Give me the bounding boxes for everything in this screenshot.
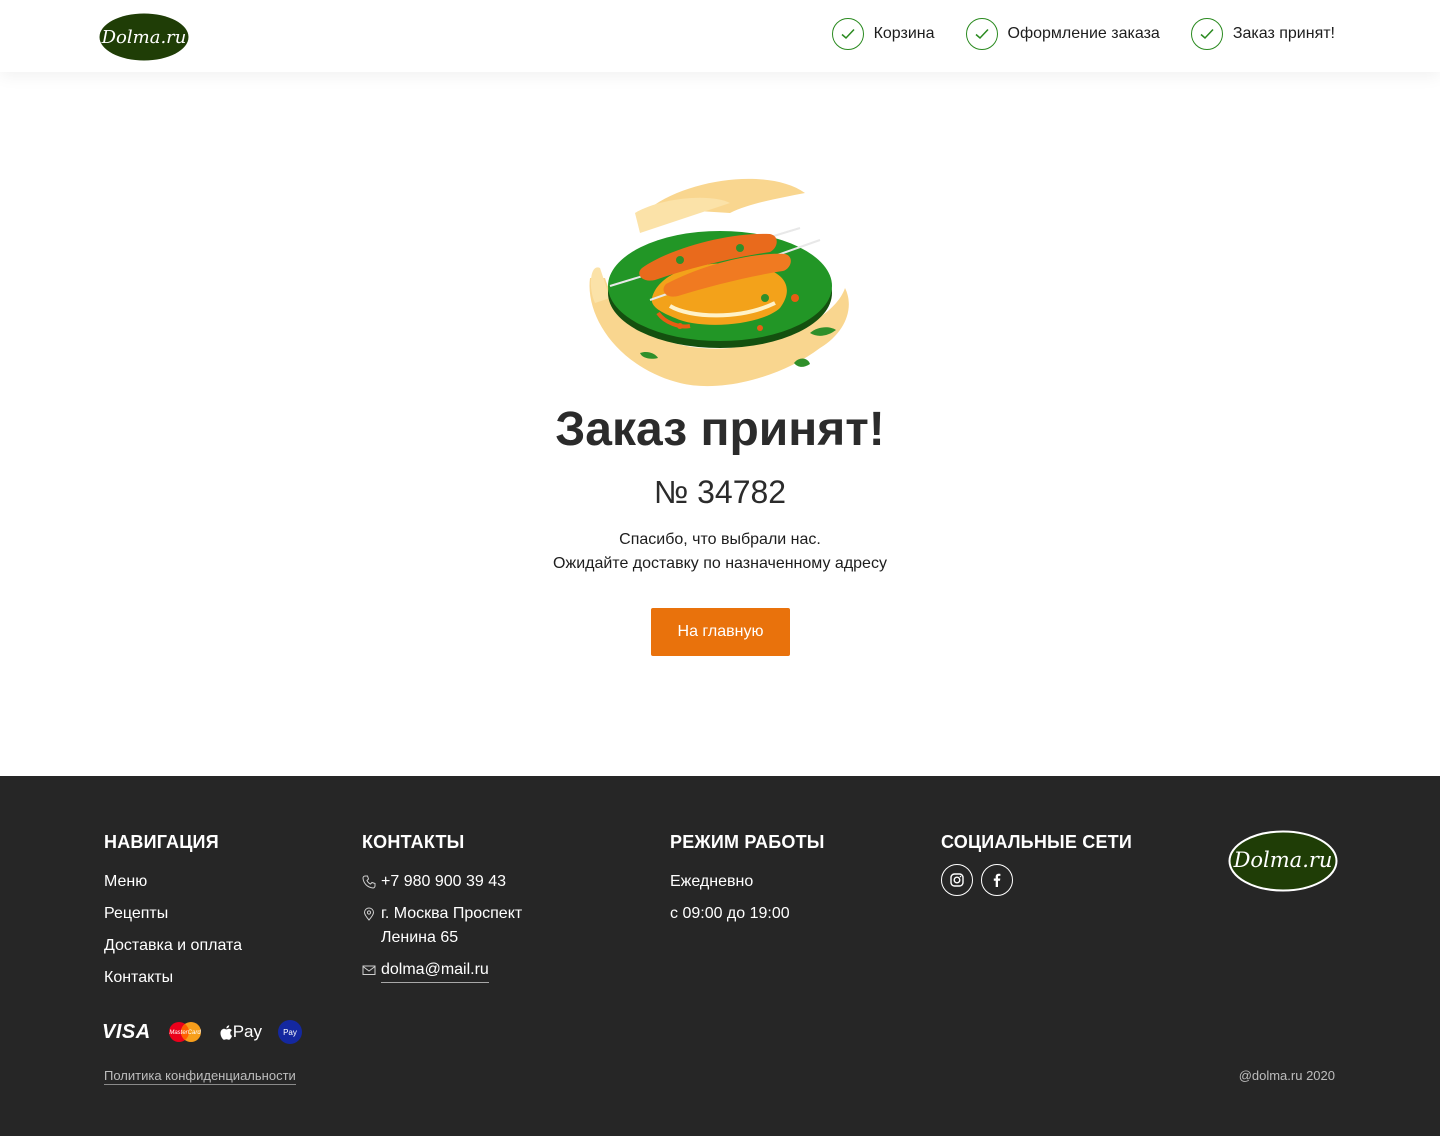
address-text: г. Москва Проспект Ленина 65	[381, 902, 522, 950]
order-number: № 34782	[653, 474, 787, 510]
samsung-pay-text: Pay	[283, 1028, 297, 1037]
phone-icon	[362, 875, 376, 889]
social-links	[941, 864, 1021, 896]
hours-days: Ежедневно	[670, 873, 754, 890]
step-checkout: Оформление заказа	[965, 18, 1160, 50]
step-label: Корзина	[873, 25, 935, 42]
location-pin-icon	[363, 907, 375, 921]
footer-link-recipes[interactable]: Рецепты	[104, 905, 168, 923]
contact-email[interactable]: dolma@mail.ru	[362, 958, 489, 983]
apple-pay-logo: Pay	[219, 1022, 262, 1042]
hours-time: с 09:00 до 19:00	[670, 905, 790, 922]
samsung-pay-logo: Pay	[277, 1020, 302, 1044]
phone-text: +7 980 900 39 43	[381, 873, 507, 890]
footer-logo[interactable]: Dolma.ru	[1228, 830, 1338, 892]
copyright: @dolma.ru 2020	[1238, 1068, 1335, 1083]
check-icon	[1190, 18, 1223, 50]
order-confirmation: Заказ принят! № 34782 Спасибо, что выбра…	[0, 72, 1440, 776]
payment-methods: VISA MasterCard Pay Pay	[102, 1018, 318, 1046]
facebook-button[interactable]	[981, 864, 1013, 896]
mastercard-text: MasterCard	[169, 1030, 201, 1036]
footer-link-delivery[interactable]: Доставка и оплата	[104, 937, 242, 955]
logo[interactable]: Dolma.ru	[99, 13, 189, 61]
step-cart: Корзина	[831, 18, 935, 50]
contact-address: г. Москва Проспект Ленина 65	[362, 902, 522, 950]
navigation-title: НАВИГАЦИЯ	[104, 832, 219, 852]
mastercard-logo: MasterCard	[167, 1021, 203, 1043]
instagram-button[interactable]	[941, 864, 973, 896]
go-home-button[interactable]: На главную	[651, 608, 790, 656]
social-title: СОЦИАЛЬНЫЕ СЕТИ	[941, 832, 1132, 852]
apple-icon	[220, 1024, 232, 1040]
header: Dolma.ru Корзина Оформление заказа Заказ…	[0, 0, 1440, 72]
step-label: Оформление заказа	[1007, 25, 1160, 42]
checkout-steps: Корзина Оформление заказа Заказ принят!	[801, 18, 1335, 50]
logo-text: Dolma.ru	[1233, 848, 1333, 872]
logo-text: Dolma.ru	[101, 27, 187, 48]
message-line: Спасибо, что выбрали нас.	[619, 531, 821, 548]
privacy-policy-link[interactable]: Политика конфиденциальности	[104, 1068, 296, 1085]
mail-icon	[362, 965, 376, 975]
check-icon	[965, 18, 998, 50]
message-line: Ожидайте доставку по назначенному адресу	[553, 555, 887, 572]
footer-link-contacts[interactable]: Контакты	[104, 969, 173, 987]
hours-title: РЕЖИМ РАБОТЫ	[670, 832, 825, 852]
contacts-title: КОНТАКТЫ	[362, 832, 465, 852]
address-line: г. Москва Проспект	[381, 905, 523, 922]
step-label: Заказ принят!	[1232, 25, 1335, 42]
page-title: Заказ принят!	[555, 403, 885, 456]
footer-link-menu[interactable]: Меню	[104, 873, 147, 891]
visa-logo: VISA	[102, 1020, 151, 1043]
step-order-accepted: Заказ принят!	[1190, 18, 1335, 50]
instagram-icon	[950, 873, 964, 887]
kebab-plate-illustration	[580, 168, 860, 404]
email-link[interactable]: dolma@mail.ru	[381, 958, 489, 983]
address-line: Ленина 65	[381, 929, 459, 946]
apple-pay-text: Pay	[232, 1022, 262, 1041]
thank-you-message: Спасибо, что выбрали нас. Ожидайте доста…	[0, 528, 1440, 576]
facebook-icon	[993, 873, 1001, 887]
footer: НАВИГАЦИЯ Меню Рецепты Доставка и оплата…	[0, 776, 1440, 1136]
check-icon	[831, 18, 864, 50]
contact-phone[interactable]: +7 980 900 39 43	[362, 870, 506, 894]
